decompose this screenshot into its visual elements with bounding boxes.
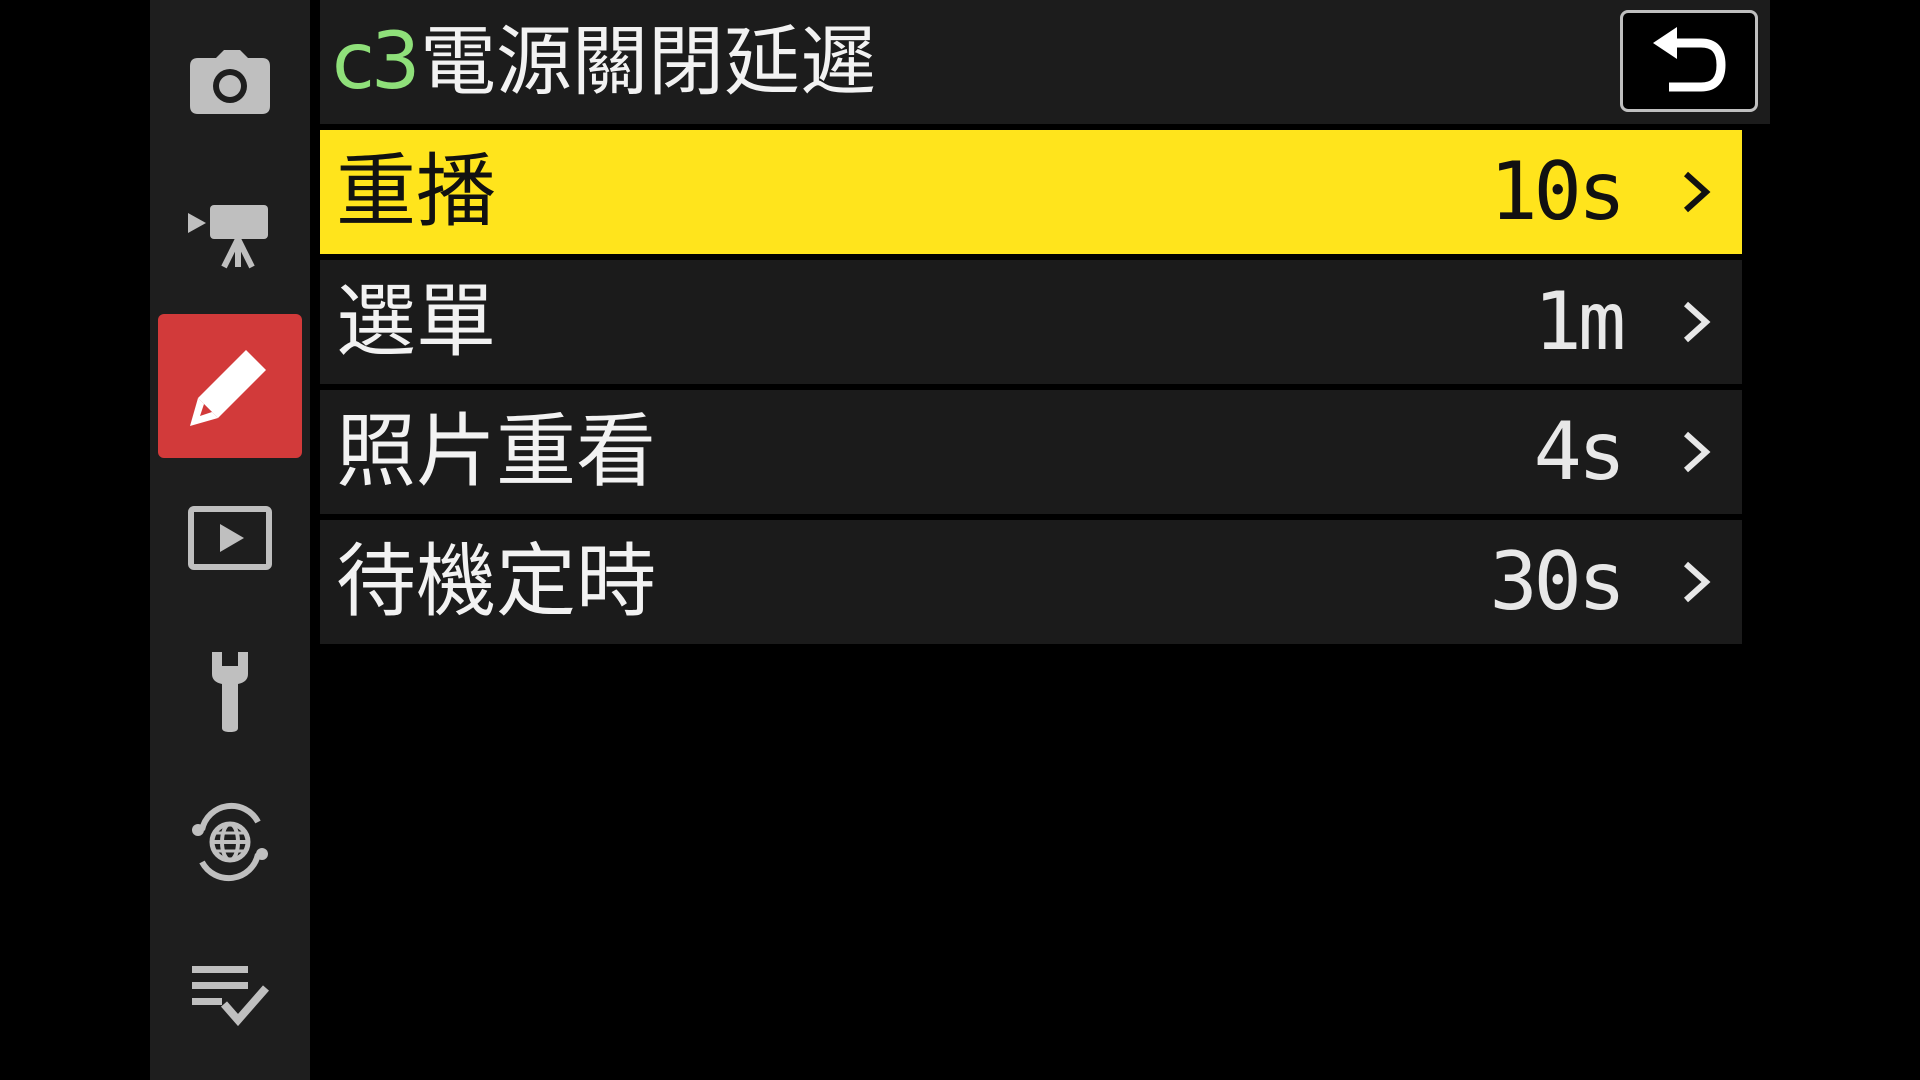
tab-video-recording[interactable] [158,162,302,306]
tab-playback[interactable] [158,466,302,610]
back-button[interactable] [1620,10,1758,112]
chevron-right-icon [1683,301,1711,343]
play-icon [188,506,272,570]
menu-row-value: 1m [1533,275,1626,368]
menu-row-standby-timer[interactable]: 待機定時 30s [320,520,1742,644]
tab-my-menu[interactable] [158,922,302,1066]
menu-row-label: 待機定時 [336,535,656,628]
menu-row-value: 30s [1489,535,1626,628]
pencil-icon [190,350,266,426]
menu-row-menus[interactable]: 選單 1m [320,260,1742,384]
menu-tab-sidebar [150,0,310,1080]
return-arrow-icon [1653,27,1726,92]
page-title: 電源關閉延遲 [420,17,876,106]
menu-header: c3 電源關閉延遲 [320,0,1770,124]
menu-row-label: 選單 [336,275,496,368]
globe-icon [192,802,268,882]
tab-setup[interactable] [158,618,302,762]
menu-row-value: 10s [1489,145,1626,238]
camera-menu-screen: c3 電源關閉延遲 重播 10s 選單 1m 照片重看 4s 待機定時 30s [0,0,1920,1080]
wrench-icon [212,652,248,732]
menu-list: 重播 10s 選單 1m 照片重看 4s 待機定時 30s [320,130,1742,650]
chevron-right-icon [1683,431,1711,473]
menu-row-label: 照片重看 [336,405,656,498]
chevron-right-icon [1683,561,1711,603]
menu-row-playback[interactable]: 重播 10s [320,130,1742,254]
checklist-icon [192,966,270,1026]
tab-network[interactable] [158,770,302,914]
menu-row-label: 重播 [336,145,496,238]
tab-photo-shooting[interactable] [158,10,302,154]
menu-row-image-review[interactable]: 照片重看 4s [320,390,1742,514]
tab-custom-settings[interactable] [158,314,302,458]
video-camera-icon [188,205,268,269]
menu-row-value: 4s [1533,405,1626,498]
chevron-right-icon [1683,171,1711,213]
setting-code: c3 [332,17,420,107]
camera-icon [190,50,270,114]
